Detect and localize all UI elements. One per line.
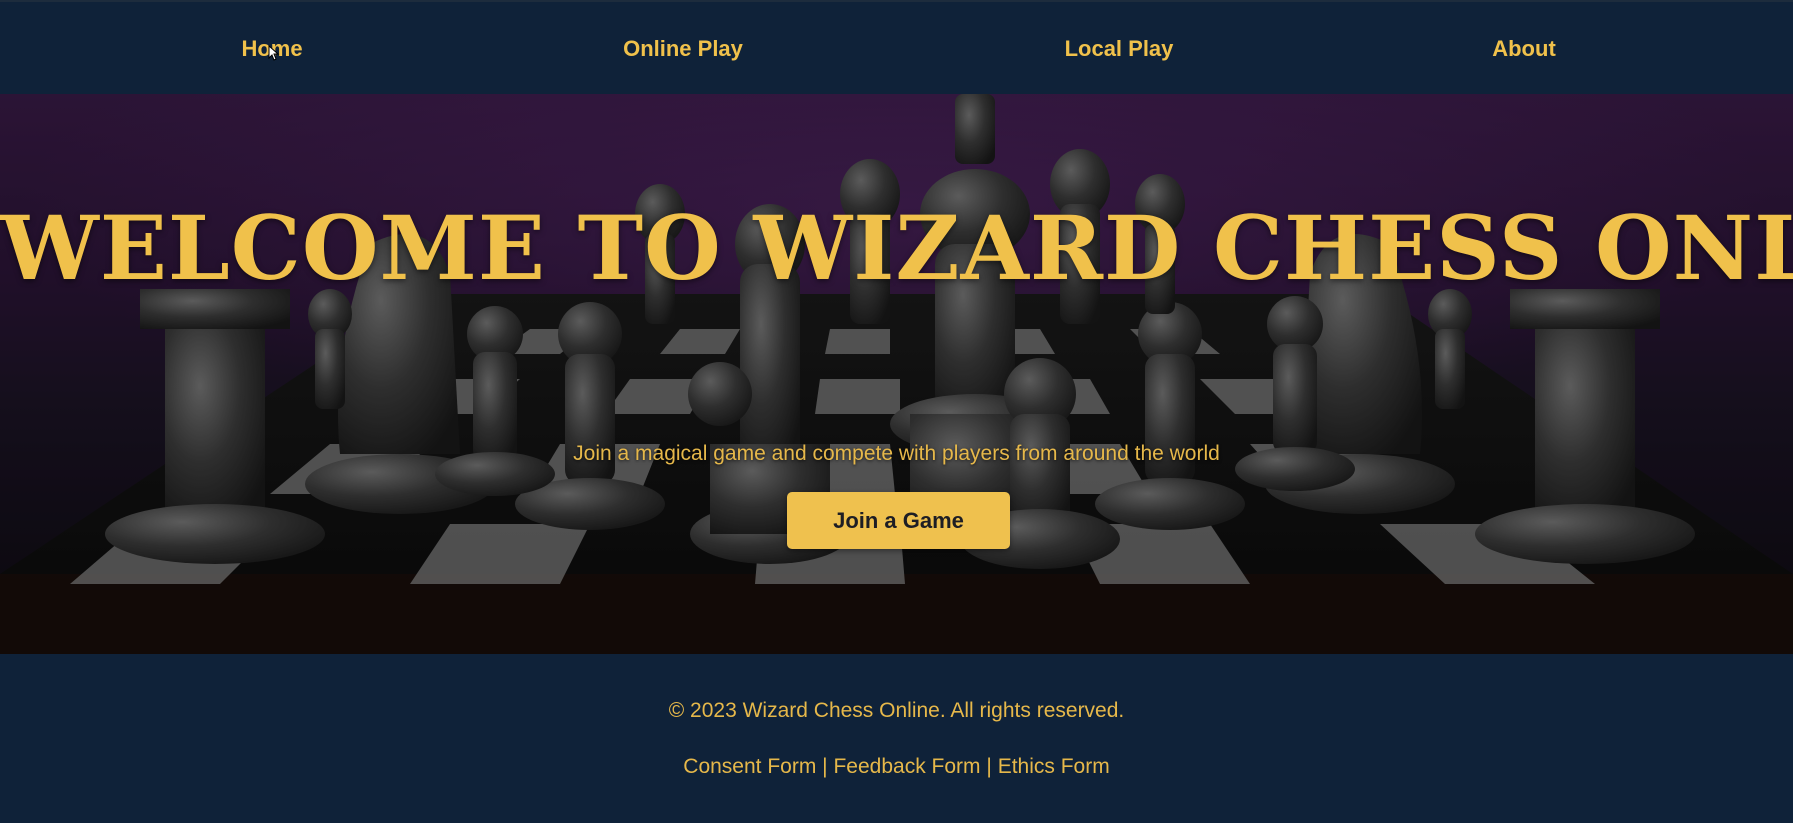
nav-local-play[interactable]: Local Play: [1065, 36, 1174, 62]
hero-section: WELCOME TO WIZARD CHESS ONLINE Join a ma…: [0, 94, 1793, 654]
consent-form-link[interactable]: Consent Form: [683, 755, 816, 778]
hero-subtitle: Join a magical game and compete with pla…: [573, 442, 1220, 465]
nav-about[interactable]: About: [1492, 36, 1556, 62]
top-navbar: Home Online Play Local Play About: [0, 0, 1793, 94]
link-separator: |: [986, 755, 992, 778]
footer: © 2023 Wizard Chess Online. All rights r…: [0, 654, 1793, 823]
join-game-button[interactable]: Join a Game: [787, 492, 1010, 549]
mouse-cursor-icon: [268, 45, 280, 61]
footer-links: Consent Form | Feedback Form | Ethics Fo…: [0, 755, 1793, 779]
chessboard-background-image: [0, 94, 1793, 654]
nav-online-play[interactable]: Online Play: [623, 36, 743, 62]
link-separator: |: [822, 755, 828, 778]
ethics-form-link[interactable]: Ethics Form: [998, 755, 1110, 778]
copyright-text: © 2023 Wizard Chess Online. All rights r…: [668, 699, 1125, 722]
feedback-form-link[interactable]: Feedback Form: [833, 755, 980, 778]
hero-title: WELCOME TO WIZARD CHESS ONLINE: [0, 196, 1793, 300]
